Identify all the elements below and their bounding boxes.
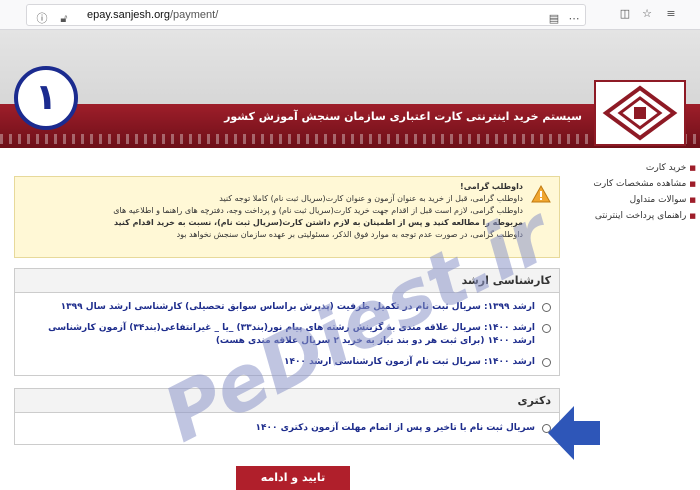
sidebar-item-view-card[interactable]: ■مشاهده مشخصات کارت bbox=[588, 176, 696, 192]
browser-address-bar: ⓘ 🔓︎ epay.sanjesh.org/payment/ ▤ ⋯ ◫ ☆ ≡ bbox=[0, 0, 700, 30]
pointer-arrow-icon bbox=[548, 406, 600, 460]
url-text: epay.sanjesh.org/payment/ bbox=[87, 9, 219, 21]
warning-box: داوطلب گرامی! داوطلب گرامی، قبل از خرید … bbox=[14, 176, 560, 258]
warning-icon bbox=[531, 185, 551, 203]
option-masters-1400-interest[interactable]: ارشد ۱۴۰۰: سریال علاقه مندی به گزینش رشت… bbox=[23, 322, 559, 348]
bullet-icon: ■ bbox=[689, 212, 696, 220]
warning-line: داوطلب گرامی، قبل از خرید به عنوان آزمون… bbox=[219, 194, 523, 203]
radio-button[interactable] bbox=[542, 303, 551, 312]
info-icon[interactable]: ⓘ bbox=[35, 12, 49, 26]
warning-heading: داوطلب گرامی! bbox=[460, 182, 523, 191]
bullet-icon: ■ bbox=[689, 164, 696, 172]
insecure-lock-icon[interactable]: 🔓︎ bbox=[57, 12, 71, 26]
masters-section: کارشناسی ارشد ارشد ۱۳۹۹: سریال ثبت نام د… bbox=[14, 268, 560, 376]
page-actions-icon[interactable]: ⋯ bbox=[567, 12, 581, 26]
option-phd-1400-late[interactable]: سریال ثبت نام با تاخیر و پس از اتمام مهل… bbox=[23, 422, 559, 435]
phd-section: دکتری سریال ثبت نام با تاخیر و پس از اتم… bbox=[14, 388, 560, 445]
bullet-icon: ■ bbox=[689, 196, 696, 204]
reader-view-icon[interactable]: ▤ bbox=[547, 12, 561, 26]
radio-button[interactable] bbox=[542, 324, 551, 333]
site-header: سیستم خرید اینترنتی کارت اعتباری سازمان … bbox=[0, 30, 700, 148]
warning-line: داوطلب گرامی، لازم است قبل از اقدام جهت … bbox=[113, 206, 523, 215]
warning-line: داوطلب گرامی، در صورت عدم توجه به موارد … bbox=[176, 230, 523, 239]
option-masters-1399[interactable]: ارشد ۱۳۹۹: سریال ثبت نام در تکمیل ظرفیت … bbox=[23, 301, 559, 314]
url-field[interactable]: ⓘ 🔓︎ epay.sanjesh.org/payment/ ▤ ⋯ bbox=[26, 4, 586, 26]
sanjesh-logo bbox=[594, 80, 686, 146]
pocket-icon[interactable]: ◫ bbox=[618, 7, 632, 21]
section-title: دکتری bbox=[15, 389, 559, 413]
confirm-continue-button[interactable]: تایید و ادامه bbox=[236, 466, 350, 490]
sidebar-item-payment-guide[interactable]: ■راهنمای پرداخت اینترنتی bbox=[588, 208, 696, 224]
section-title: کارشناسی ارشد bbox=[15, 269, 559, 293]
bookmark-star-icon[interactable]: ☆ bbox=[640, 7, 654, 21]
warning-line: مربوطه را مطالعه کنید و پس از اطمینان به… bbox=[113, 218, 523, 227]
sidebar-item-buy-card[interactable]: ■خرید کارت bbox=[588, 160, 696, 176]
site-title: سیستم خرید اینترنتی کارت اعتباری سازمان … bbox=[224, 110, 582, 123]
sidebar-menu: ■خرید کارت ■مشاهده مشخصات کارت ■سوالات م… bbox=[588, 160, 696, 224]
bullet-icon: ■ bbox=[689, 180, 696, 188]
sidebar-item-faq[interactable]: ■سوالات متداول bbox=[588, 192, 696, 208]
option-masters-1400-register[interactable]: ارشد ۱۴۰۰: سریال ثبت نام آزمون کارشناسی … bbox=[23, 356, 559, 369]
step-number-badge: ۱ bbox=[14, 66, 78, 130]
radio-button[interactable] bbox=[542, 358, 551, 367]
menu-icon[interactable]: ≡ bbox=[664, 7, 678, 21]
